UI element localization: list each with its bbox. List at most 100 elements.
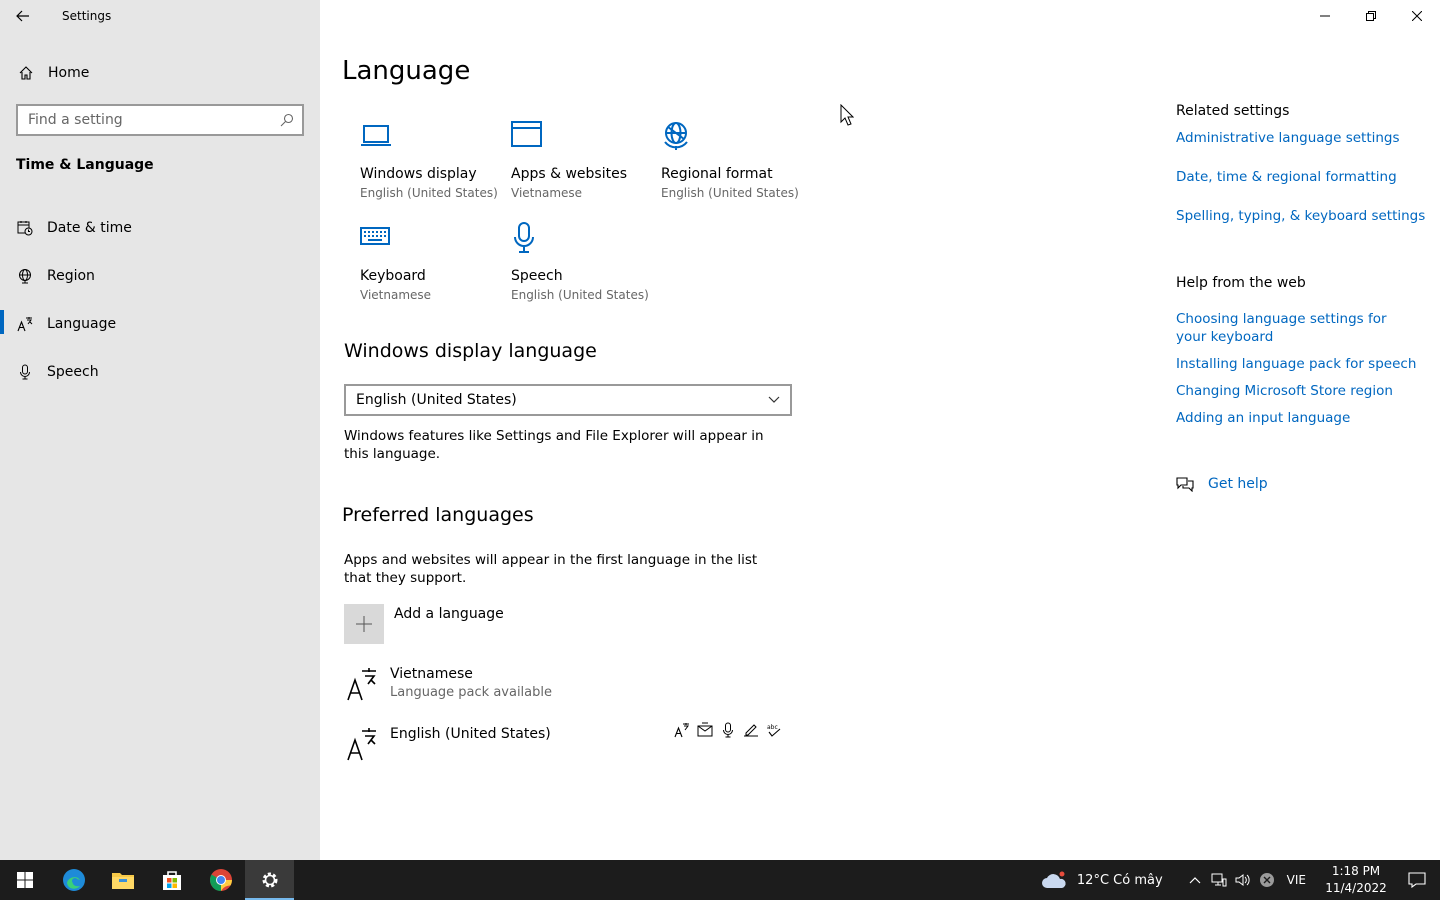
- taskbar-file-explorer[interactable]: [98, 860, 147, 900]
- nav-home[interactable]: Home: [0, 56, 320, 90]
- link-spelling-typing-keyboard-settings[interactable]: Spelling, typing, & keyboard settings: [1176, 207, 1426, 225]
- tile-windows-display[interactable]: Windows display English (United States): [360, 120, 500, 200]
- microphone-icon: [20, 364, 30, 380]
- language-row-vietnamese[interactable]: Vietnamese Language pack available: [344, 666, 790, 702]
- close-button[interactable]: [1394, 0, 1440, 32]
- display-language-feature-icon: [674, 723, 689, 738]
- chevron-down-icon: [768, 396, 780, 403]
- input-language-indicator[interactable]: VIE: [1287, 873, 1306, 887]
- chevron-up-icon: [1189, 877, 1201, 884]
- sidebar-item-label: Date & time: [47, 220, 132, 236]
- blocked-status-icon: [1259, 873, 1274, 887]
- language-icon: [347, 668, 376, 701]
- tile-label: Apps & websites: [511, 166, 627, 182]
- tile-speech[interactable]: Speech English (United States): [511, 222, 651, 302]
- sidebar: Settings Home Time & Language Date & tim…: [0, 0, 320, 860]
- speaker-icon: [1235, 874, 1250, 886]
- link-installing-language-pack[interactable]: Installing language pack for speech: [1176, 355, 1426, 373]
- tile-label: Speech: [511, 268, 563, 284]
- link-choosing-language-settings[interactable]: Choosing language settings for your keyb…: [1176, 310, 1416, 346]
- add-language-label: Add a language: [394, 606, 504, 622]
- calendar-clock-icon: [17, 221, 33, 236]
- cloud-weather-icon: [1041, 871, 1066, 888]
- language-feature-icons: abc: [674, 722, 782, 738]
- restore-button[interactable]: [1348, 0, 1394, 32]
- search-icon[interactable]: [280, 113, 294, 127]
- chrome-browser-icon: [209, 869, 232, 891]
- back-button[interactable]: [0, 0, 46, 32]
- language-status: Language pack available: [390, 685, 552, 700]
- plus-icon: [356, 616, 372, 632]
- language-row-english[interactable]: English (United States) abc: [344, 722, 790, 762]
- search-box[interactable]: [16, 104, 304, 136]
- dropdown-selected: English (United States): [356, 392, 517, 408]
- tile-regional-format[interactable]: Regional format English (United States): [661, 120, 801, 200]
- sidebar-item-date-time[interactable]: Date & time: [0, 204, 320, 252]
- clock-date: 11/4/2022: [1325, 881, 1387, 895]
- tile-sub: English (United States): [511, 288, 649, 302]
- title-bar: Settings: [0, 0, 320, 32]
- language-icon: [17, 317, 33, 332]
- taskbar-store[interactable]: [147, 860, 196, 900]
- weather-text: 12°C Có mây: [1076, 872, 1163, 888]
- sidebar-item-language[interactable]: Language: [0, 300, 320, 348]
- preferred-languages-heading: Preferred languages: [342, 504, 534, 526]
- chat-help-icon: [1176, 477, 1194, 492]
- taskbar-settings[interactable]: [245, 860, 294, 900]
- taskbar-edge[interactable]: [49, 860, 98, 900]
- back-arrow-icon: [16, 10, 29, 22]
- clock[interactable]: 1:18 PM 11/4/2022: [1318, 863, 1394, 897]
- taskbar-chrome[interactable]: [196, 860, 245, 900]
- sidebar-item-speech[interactable]: Speech: [0, 348, 320, 396]
- weather-widget[interactable]: 12°C Có mây: [1041, 870, 1163, 890]
- show-hidden-icons-button[interactable]: [1183, 876, 1207, 884]
- folder-icon: [111, 873, 134, 889]
- windows-logo-icon: [16, 872, 33, 888]
- get-help-label: Get help: [1208, 476, 1268, 492]
- sidebar-item-label: Speech: [47, 364, 99, 380]
- notifications-button[interactable]: [1394, 872, 1440, 888]
- volume-button[interactable]: [1231, 873, 1255, 887]
- section-title: Time & Language: [16, 157, 154, 173]
- text-to-speech-feature-icon: [697, 722, 713, 737]
- system-tray: 12°C Có mây VIE 1:18 PM 11/4/2022: [1041, 860, 1440, 900]
- get-help-link[interactable]: Get help: [1176, 476, 1268, 492]
- add-language-button[interactable]: Add a language: [344, 604, 504, 644]
- link-adding-input-language[interactable]: Adding an input language: [1176, 409, 1426, 427]
- start-button[interactable]: [0, 860, 49, 900]
- minimize-icon: [1320, 15, 1330, 17]
- restore-icon: [1366, 11, 1376, 21]
- preferred-languages-description: Apps and websites will appear in the fir…: [344, 552, 758, 586]
- notification-icon: [1408, 872, 1426, 888]
- gear-icon: [262, 872, 277, 888]
- status-button[interactable]: [1255, 872, 1279, 888]
- search-input[interactable]: [28, 112, 280, 128]
- nav-list: Date & time Region Language Speech: [0, 204, 320, 396]
- window-icon: [511, 121, 542, 147]
- clock-time: 1:18 PM: [1331, 864, 1381, 878]
- spell-check-feature-icon: abc: [767, 724, 781, 737]
- tile-keyboard[interactable]: Keyboard Vietnamese: [360, 222, 500, 302]
- sidebar-item-label: Language: [47, 316, 117, 332]
- link-date-time-regional-formatting[interactable]: Date, time & regional formatting: [1176, 168, 1426, 186]
- language-name: Vietnamese: [390, 666, 473, 682]
- network-button[interactable]: [1207, 873, 1231, 887]
- handwriting-feature-icon: [744, 724, 758, 737]
- network-icon: [1211, 873, 1227, 887]
- page-title: Language: [342, 56, 471, 86]
- close-icon: [1412, 11, 1422, 21]
- link-administrative-language-settings[interactable]: Administrative language settings: [1176, 129, 1426, 147]
- svg-text:abc: abc: [767, 724, 778, 731]
- mouse-cursor-icon: [840, 104, 854, 126]
- display-language-dropdown[interactable]: English (United States): [344, 384, 792, 416]
- tile-apps-websites[interactable]: Apps & websites Vietnamese: [511, 120, 651, 200]
- sidebar-item-region[interactable]: Region: [0, 252, 320, 300]
- minimize-button[interactable]: [1302, 0, 1348, 32]
- nav-home-label: Home: [48, 65, 90, 81]
- link-changing-store-region[interactable]: Changing Microsoft Store region: [1176, 382, 1426, 400]
- sidebar-item-label: Region: [47, 268, 95, 284]
- display-language-heading: Windows display language: [344, 340, 597, 362]
- related-settings-heading: Related settings: [1176, 103, 1290, 119]
- home-icon: [19, 66, 33, 80]
- language-icon: [347, 728, 376, 761]
